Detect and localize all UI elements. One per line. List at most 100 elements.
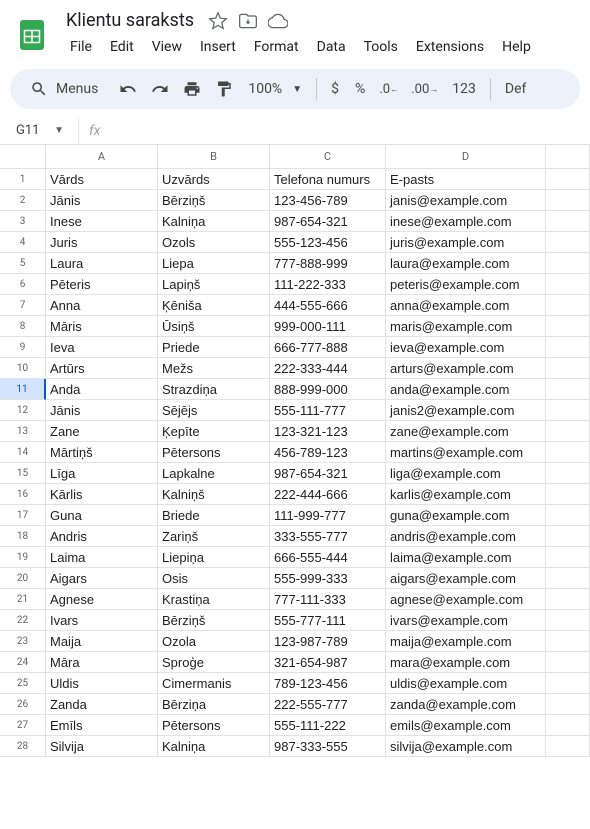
spreadsheet-grid[interactable]: 1234567891011121314151617181920212223242…	[0, 145, 590, 757]
cell[interactable]: Jānis	[46, 400, 158, 421]
cell[interactable]: Bērziņš	[158, 610, 270, 631]
cell[interactable]	[546, 715, 590, 736]
cell[interactable]: Bērziņa	[158, 694, 270, 715]
cell[interactable]: 444-555-666	[270, 295, 386, 316]
cell[interactable]: 999-000-111	[270, 316, 386, 337]
cell[interactable]	[546, 169, 590, 190]
cell[interactable]: 456-789-123	[270, 442, 386, 463]
cell[interactable]: 123-456-789	[270, 190, 386, 211]
cell[interactable]: Laima	[46, 547, 158, 568]
undo-button[interactable]	[114, 75, 142, 103]
cell[interactable]: Mežs	[158, 358, 270, 379]
cell[interactable]: Artūrs	[46, 358, 158, 379]
menu-data[interactable]: Data	[309, 35, 354, 59]
row-header[interactable]: 23	[0, 631, 46, 652]
decrease-decimal-button[interactable]: .0←	[375, 75, 403, 103]
cell[interactable]: Jānis	[46, 190, 158, 211]
cell[interactable]: Andris	[46, 526, 158, 547]
cell[interactable]: Osis	[158, 568, 270, 589]
cell[interactable]: Mārtiņš	[46, 442, 158, 463]
cell[interactable]: Ozols	[158, 232, 270, 253]
cell[interactable]: Ķēniša	[158, 295, 270, 316]
cell[interactable]: Telefona numurs	[270, 169, 386, 190]
cell[interactable]: E-pasts	[386, 169, 546, 190]
row-header[interactable]: 15	[0, 463, 46, 484]
cell[interactable]: Uldis	[46, 673, 158, 694]
cell[interactable]: Strazdiņa	[158, 379, 270, 400]
cell[interactable]: Kalniņa	[158, 211, 270, 232]
cell[interactable]	[546, 232, 590, 253]
cell[interactable]: Kārlis	[46, 484, 158, 505]
menu-edit[interactable]: Edit	[102, 35, 142, 59]
cell[interactable]: Līga	[46, 463, 158, 484]
cell[interactable]: Ozola	[158, 631, 270, 652]
cell[interactable]: Liepiņa	[158, 547, 270, 568]
row-header[interactable]: 18	[0, 526, 46, 547]
cell[interactable]	[546, 400, 590, 421]
menu-view[interactable]: View	[144, 35, 190, 59]
cell[interactable]: Pētersons	[158, 442, 270, 463]
cell[interactable]: zane@example.com	[386, 421, 546, 442]
cell[interactable]: 555-123-456	[270, 232, 386, 253]
cell[interactable]: guna@example.com	[386, 505, 546, 526]
row-header[interactable]: 1	[0, 169, 46, 190]
menu-file[interactable]: File	[62, 35, 100, 59]
cell[interactable]: 555-111-222	[270, 715, 386, 736]
cell[interactable]	[546, 568, 590, 589]
cell[interactable]: uldis@example.com	[386, 673, 546, 694]
cell[interactable]: maija@example.com	[386, 631, 546, 652]
cell[interactable]: Pēteris	[46, 274, 158, 295]
cell[interactable]: Liepa	[158, 253, 270, 274]
row-header[interactable]: 13	[0, 421, 46, 442]
cell[interactable]: Ivars	[46, 610, 158, 631]
cell[interactable]: Māris	[46, 316, 158, 337]
cell[interactable]	[546, 610, 590, 631]
row-header[interactable]: 2	[0, 190, 46, 211]
row-header[interactable]: 28	[0, 736, 46, 757]
name-box[interactable]: G11 ▼	[6, 123, 68, 138]
move-icon[interactable]	[238, 11, 258, 31]
row-header[interactable]: 22	[0, 610, 46, 631]
cell[interactable]	[546, 526, 590, 547]
cell[interactable]: 666-777-888	[270, 337, 386, 358]
menu-tools[interactable]: Tools	[356, 35, 406, 59]
cell[interactable]: 111-222-333	[270, 274, 386, 295]
cell[interactable]: maris@example.com	[386, 316, 546, 337]
cell[interactable]: Guna	[46, 505, 158, 526]
cell[interactable]: Aigars	[46, 568, 158, 589]
cell[interactable]: Kalniņš	[158, 484, 270, 505]
cell[interactable]: janis@example.com	[386, 190, 546, 211]
row-header[interactable]: 6	[0, 274, 46, 295]
row-header[interactable]: 27	[0, 715, 46, 736]
menu-format[interactable]: Format	[246, 35, 307, 59]
cell[interactable]: martins@example.com	[386, 442, 546, 463]
cell[interactable]: 666-555-444	[270, 547, 386, 568]
font-select[interactable]: Def	[499, 81, 532, 97]
cell[interactable]: 555-999-333	[270, 568, 386, 589]
cell[interactable]: emils@example.com	[386, 715, 546, 736]
cell[interactable]: ivars@example.com	[386, 610, 546, 631]
cell[interactable]	[546, 589, 590, 610]
cell[interactable]: karlis@example.com	[386, 484, 546, 505]
cell[interactable]: Sējējs	[158, 400, 270, 421]
cell[interactable]: Māra	[46, 652, 158, 673]
formula-bar-input[interactable]	[110, 117, 590, 144]
row-header[interactable]: 8	[0, 316, 46, 337]
cell[interactable]: Anda	[46, 379, 158, 400]
cell[interactable]: Zanda	[46, 694, 158, 715]
cell[interactable]: Laura	[46, 253, 158, 274]
cell[interactable]: Lapiņš	[158, 274, 270, 295]
cell[interactable]: laima@example.com	[386, 547, 546, 568]
cell[interactable]: Zane	[46, 421, 158, 442]
more-formats-button[interactable]: 123	[446, 81, 482, 97]
cell[interactable]: Uzvārds	[158, 169, 270, 190]
cell[interactable]	[546, 463, 590, 484]
cell[interactable]: 987-333-555	[270, 736, 386, 757]
cell[interactable]: Briede	[158, 505, 270, 526]
cell[interactable]	[546, 421, 590, 442]
row-header[interactable]: 3	[0, 211, 46, 232]
row-header[interactable]: 20	[0, 568, 46, 589]
row-header[interactable]: 9	[0, 337, 46, 358]
row-header[interactable]: 7	[0, 295, 46, 316]
row-header[interactable]: 26	[0, 694, 46, 715]
